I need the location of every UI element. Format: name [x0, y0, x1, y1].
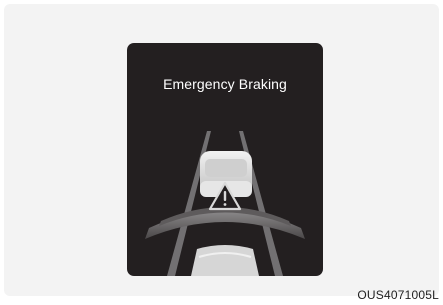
- warning-title: Emergency Braking: [163, 76, 287, 92]
- own-vehicle-hood: [191, 245, 259, 276]
- cluster-display: Emergency Braking: [127, 43, 323, 276]
- figure-code: OUS4071005L: [357, 288, 439, 302]
- warning-arc: [145, 210, 305, 239]
